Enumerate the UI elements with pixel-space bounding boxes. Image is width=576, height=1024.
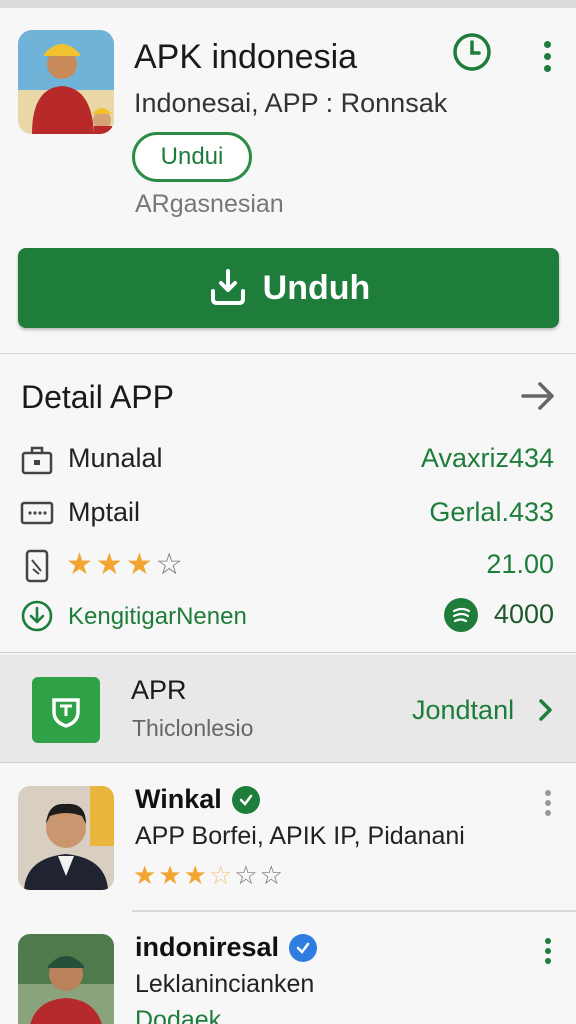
- avatar: [18, 786, 114, 890]
- avatar: [18, 934, 114, 1024]
- featured-app-row[interactable]: APR Thiclonlesio Jondtanl: [0, 655, 576, 763]
- chevron-right-icon[interactable]: [536, 697, 556, 723]
- list-item-title: indoniresal: [135, 932, 318, 963]
- star-half-icon: ☆: [208, 860, 233, 890]
- detail-section: Detail APP Munalal Avaxriz434 Mptail Ger…: [0, 355, 576, 653]
- app-header-card: APK indonesia Indonesai, APP : Ronnsak U…: [0, 8, 576, 354]
- more-options-icon[interactable]: [532, 36, 562, 76]
- detail-title: Detail APP: [21, 379, 174, 415]
- verified-check-icon: [231, 785, 260, 814]
- app-title: APK indonesia: [134, 38, 358, 76]
- star-empty-icon: ☆: [155, 548, 183, 581]
- undui-button[interactable]: Undui: [132, 132, 252, 182]
- shield-app-icon: [32, 677, 100, 743]
- star-filled-icon: ★: [125, 548, 153, 581]
- featured-subtitle: Thiclonlesio: [132, 715, 254, 741]
- keyboard-icon: [20, 497, 54, 529]
- verified-check-icon: [289, 933, 318, 962]
- featured-title: APR: [131, 675, 187, 705]
- list-item-title: Winkal: [135, 784, 260, 815]
- download-circle-icon: [20, 599, 54, 632]
- detail-value: 4000: [493, 599, 554, 629]
- app-subtitle: Indonesai, APP : Ronnsak: [134, 88, 448, 118]
- list-item-extra: Dodaek: [135, 1006, 222, 1024]
- detail-value: Gerlal.433: [429, 497, 554, 527]
- detail-row[interactable]: KengitigarNenen 4000: [0, 593, 576, 637]
- star-filled-icon: ★: [183, 860, 207, 890]
- list-item-title-text: indoniresal: [135, 932, 280, 962]
- star-filled-icon: ★: [66, 548, 93, 581]
- briefcase-icon: [20, 443, 54, 475]
- app-icon[interactable]: [18, 30, 114, 134]
- spotify-like-icon: [444, 598, 478, 632]
- list-item[interactable]: Winkal APP Borfei, APIK IP, Pidanani ★ ★…: [0, 764, 576, 912]
- star-empty-icon: ☆: [234, 860, 258, 890]
- star-filled-icon: ★: [158, 860, 182, 890]
- star-filled-icon: ★: [133, 860, 157, 890]
- download-icon: [210, 269, 245, 305]
- arrow-right-icon[interactable]: [520, 381, 556, 411]
- detail-label: KengitigarNenen: [68, 603, 247, 630]
- star-filled-icon: ★: [95, 548, 123, 581]
- more-options-icon[interactable]: [538, 934, 558, 968]
- more-options-icon[interactable]: [538, 786, 558, 820]
- detail-label: Mptail: [68, 497, 141, 527]
- star-empty-icon: ☆: [259, 860, 283, 890]
- detail-row[interactable]: Munalal Avaxriz434: [0, 437, 576, 481]
- detail-row[interactable]: ★ ★ ★ ☆ 21.00: [0, 543, 576, 587]
- detail-label: Munalal: [68, 443, 163, 473]
- list-item[interactable]: indoniresal Leklanincianken: [0, 912, 576, 1024]
- detail-value: 21.00: [486, 549, 554, 579]
- rating-stars: ★ ★ ★ ☆: [66, 547, 183, 583]
- status-bar: [0, 0, 576, 8]
- detail-row[interactable]: Mptail Gerlal.433: [0, 491, 576, 535]
- install-button[interactable]: Unduh: [18, 248, 559, 328]
- rating-stars: ★ ★ ★ ☆ ☆ ☆: [133, 860, 283, 890]
- list-item-title-text: Winkal: [135, 784, 222, 814]
- list-item-subtitle: APP Borfei, APIK IP, Pidanani: [135, 822, 465, 850]
- featured-link[interactable]: Jondtanl: [412, 695, 514, 726]
- clock-icon[interactable]: [452, 32, 492, 72]
- app-developer[interactable]: ARgasnesian: [135, 190, 284, 219]
- list-item-subtitle: Leklanincianken: [135, 970, 315, 998]
- phone-icon: [20, 549, 54, 583]
- detail-value: Avaxriz434: [420, 443, 554, 473]
- install-label: Unduh: [262, 268, 371, 307]
